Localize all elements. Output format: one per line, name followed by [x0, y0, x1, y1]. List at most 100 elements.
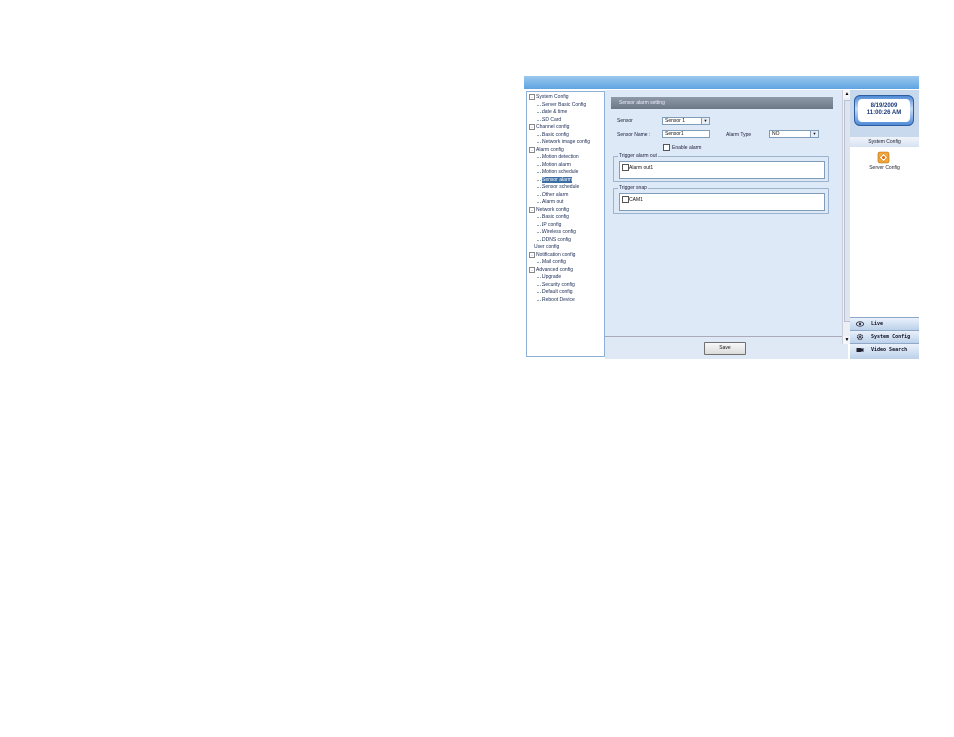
tree-item-label: Notification config: [536, 251, 576, 258]
tree-item-label: Advanced config: [536, 266, 573, 273]
sensor-select[interactable]: Sensor 1 ▼: [662, 117, 710, 125]
nav-live-button[interactable]: Live: [850, 317, 919, 330]
eye-icon: [856, 321, 864, 327]
tree-item[interactable]: Alarm out: [542, 199, 563, 206]
section-header: Sensor alarm setting: [611, 97, 833, 109]
tree-item-label: Network image config: [542, 139, 591, 145]
tree-item[interactable]: DDNS config: [542, 237, 571, 244]
tree-item-label: Alarm config: [536, 146, 564, 153]
tree-item-label: Reboot Device: [542, 296, 575, 303]
right-panel: 8/19/2009 11:00:26 AM System Config Serv…: [850, 90, 919, 359]
tree-item-label: Default config: [542, 289, 573, 295]
tree-item[interactable]: Sensor schedule: [542, 184, 579, 191]
tree-item[interactable]: Other alarm: [542, 192, 568, 199]
tree-item[interactable]: date & time: [542, 109, 567, 116]
tree-item[interactable]: Wireless config: [542, 229, 576, 236]
tree-item[interactable]: Upgrade: [542, 274, 561, 281]
cam1-checkbox[interactable]: [622, 196, 629, 203]
tree-item[interactable]: Network image config: [542, 139, 590, 146]
tree-item-label: Upgrade: [542, 274, 562, 280]
tree-item[interactable]: Basic config: [542, 132, 569, 139]
alarm-type-value: NO: [772, 131, 780, 137]
nav-system-config-button[interactable]: System Config: [850, 330, 919, 343]
nav-video-search-label: Video Search: [871, 347, 908, 353]
alarm-type-select[interactable]: NO ▼: [769, 130, 819, 138]
tree-item-label: Sensor schedule: [542, 184, 580, 190]
gear-icon: [856, 333, 864, 341]
tree-item[interactable]: SD Card: [542, 117, 561, 124]
tree-item[interactable]: - Channel config: [529, 124, 569, 131]
tree-item[interactable]: Sensor alarm: [542, 176, 572, 184]
tree-item-label: Security config: [542, 281, 575, 288]
collapse-toggle-icon[interactable]: -: [529, 146, 535, 153]
server-config-icon[interactable]: [877, 151, 890, 164]
tree-item[interactable]: Default config: [542, 289, 573, 296]
cam1-label: CAM1: [629, 196, 643, 203]
app-window: - System Config Server Basic Config date & …: [524, 76, 919, 359]
tree-item[interactable]: Basic config: [542, 214, 569, 221]
tree-item[interactable]: Server Basic Config: [542, 102, 586, 109]
clock-date: 8/19/2009: [870, 103, 898, 109]
sensor-label: Sensor: [617, 118, 633, 124]
tree-item[interactable]: - Notification config: [529, 251, 576, 259]
tree-item[interactable]: - Network config: [529, 206, 570, 214]
tree-item-label: Channel config: [536, 124, 570, 130]
tree-item[interactable]: Security config: [542, 282, 575, 289]
tree-item[interactable]: - Advanced config: [529, 266, 573, 274]
tree-item-label: User config: [534, 244, 560, 250]
chevron-down-icon[interactable]: ▼: [810, 131, 818, 137]
collapse-toggle-icon[interactable]: -: [529, 266, 535, 273]
camera-icon: [856, 348, 864, 352]
trigger-snap-group: Trigger snap CAM1: [613, 185, 829, 214]
clock-display: 8/19/2009 11:00:26 AM: [854, 95, 914, 126]
trigger-alarm-out-legend: Trigger alarm out: [618, 153, 658, 159]
tree-item[interactable]: - Alarm config: [529, 146, 564, 154]
nav-live-label: Live: [871, 321, 884, 327]
title-bar: [524, 76, 919, 89]
tree-leaf-icon: [529, 244, 533, 248]
list-item[interactable]: Alarm out1: [622, 164, 653, 171]
clock-time: 11:00:26 AM: [866, 110, 902, 116]
config-tree: - System Config Server Basic Config date & …: [526, 91, 605, 357]
collapse-toggle-icon[interactable]: -: [529, 206, 535, 213]
tree-item-label: Server Basic Config: [542, 101, 587, 108]
tree-item-label: Alarm out: [542, 199, 564, 205]
nav-video-search-button[interactable]: Video Search: [850, 343, 919, 359]
enable-alarm-row[interactable]: Enable alarm: [663, 144, 701, 151]
save-button[interactable]: Save: [704, 342, 746, 355]
trigger-snap-list: CAM1: [619, 193, 825, 211]
footer-bar: Save: [605, 336, 848, 359]
tree-item[interactable]: Motion schedule: [542, 169, 578, 176]
tree-item-label: Sensor alarm: [542, 176, 572, 183]
collapse-toggle-icon[interactable]: -: [529, 251, 535, 258]
alarm-out1-checkbox[interactable]: [622, 164, 629, 171]
trigger-snap-legend: Trigger snap: [618, 185, 648, 191]
tree-item-label: System Config: [536, 94, 569, 100]
alarm-type-label: Alarm Type: [726, 132, 752, 138]
nav-system-config-label: System Config: [871, 334, 911, 340]
tree-item-label: Motion detection: [542, 154, 579, 160]
tree-item[interactable]: Reboot Device: [542, 297, 575, 304]
tree-item[interactable]: Motion alarm: [542, 162, 571, 169]
tree-item-label: IP config: [542, 221, 562, 228]
tree-item-label: date & time: [542, 109, 568, 115]
tree-item-label: Motion alarm: [542, 161, 571, 168]
chevron-down-icon[interactable]: ▼: [701, 118, 709, 124]
sensor-name-input[interactable]: Sensor1: [662, 130, 710, 138]
tree-item[interactable]: - System Config: [529, 94, 569, 101]
main-pane: Sensor alarm setting Sensor Sensor 1 ▼ S…: [605, 90, 848, 359]
tree-item[interactable]: Motion detection: [542, 154, 579, 161]
tree-item-label: Network config: [536, 206, 570, 213]
tree-item-label: Basic config: [542, 214, 569, 220]
collapse-toggle-icon[interactable]: -: [529, 124, 535, 130]
trigger-alarm-out-list: Alarm out1: [619, 161, 825, 179]
list-item[interactable]: CAM1: [622, 196, 643, 203]
tree-item[interactable]: Mail config: [542, 259, 566, 266]
server-config-label[interactable]: Server Config: [850, 165, 919, 171]
tree-item[interactable]: IP config: [542, 222, 561, 229]
collapse-toggle-icon[interactable]: -: [529, 94, 535, 100]
enable-alarm-checkbox[interactable]: [663, 144, 670, 151]
tree-item-label: Motion schedule: [542, 169, 579, 175]
tree-item[interactable]: User config: [529, 244, 559, 251]
trigger-alarm-out-group: Trigger alarm out Alarm out1: [613, 153, 829, 182]
